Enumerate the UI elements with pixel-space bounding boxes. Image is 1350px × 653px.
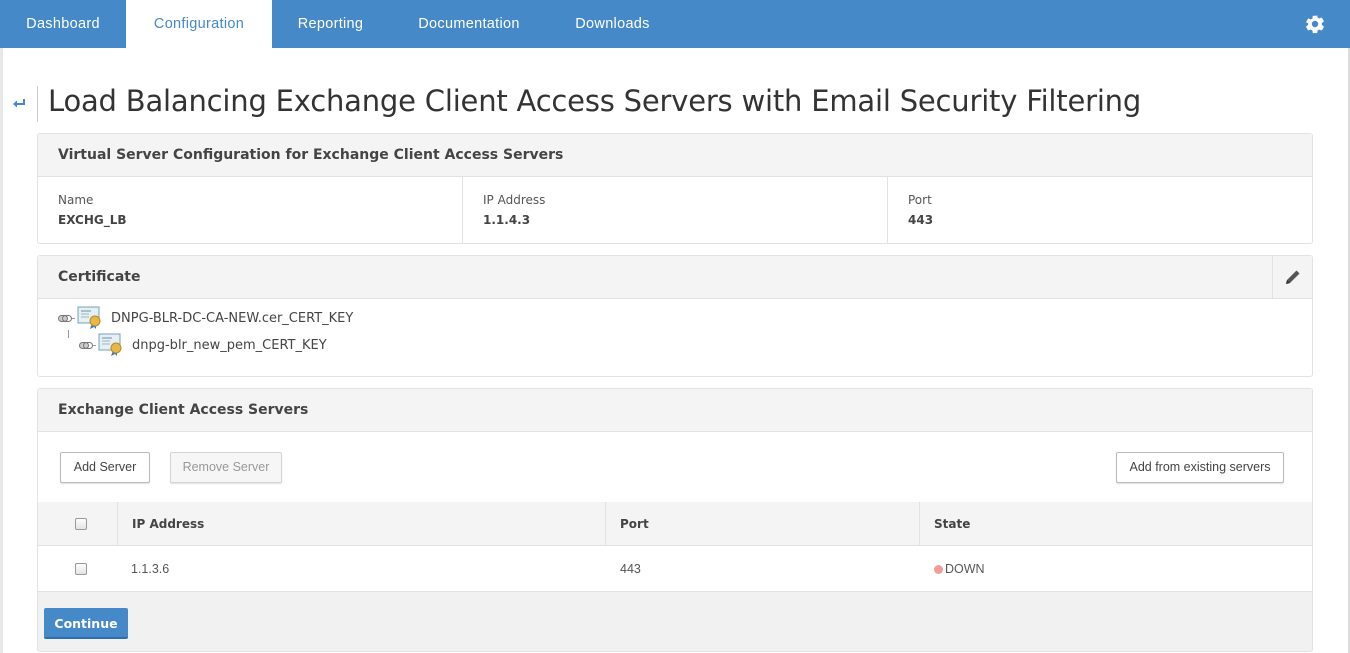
servers-table: IP Address Port State 1.1.3.6 443 DOWN	[38, 502, 1312, 591]
servers-body: Add Server Remove Server Add from existi…	[38, 432, 1312, 592]
table-header: IP Address Port State	[38, 502, 1312, 546]
table-row[interactable]: 1.1.3.6 443 DOWN	[38, 546, 1312, 591]
link-icon	[79, 341, 96, 349]
tab-documentation[interactable]: Documentation	[389, 0, 549, 48]
column-header-ip[interactable]: IP Address	[132, 502, 204, 545]
vs-name-label: Name	[58, 193, 94, 207]
select-all-checkbox[interactable]	[75, 517, 87, 530]
tab-reporting[interactable]: Reporting	[272, 0, 389, 48]
row-state-label: DOWN	[945, 561, 985, 576]
certificate-heading-label: Certificate	[58, 269, 141, 285]
page-title: Load Balancing Exchange Client Access Se…	[48, 84, 1142, 118]
certificate-panel: Certificate DNPG-BLR-DC-CA-NEW.cer_CERT_…	[37, 255, 1313, 377]
gear-icon[interactable]	[1304, 13, 1326, 35]
virtual-server-heading: Virtual Server Configuration for Exchang…	[38, 134, 1312, 177]
tree-connector	[68, 330, 69, 338]
column-divider	[605, 502, 606, 545]
remove-server-button[interactable]: Remove Server	[170, 452, 282, 483]
vs-name-value: EXCHG_LB	[58, 213, 127, 227]
servers-heading: Exchange Client Access Servers	[38, 389, 1312, 432]
vs-ip-label: IP Address	[483, 193, 546, 207]
page-frame-left	[0, 48, 3, 653]
certificate-name: DNPG-BLR-DC-CA-NEW.cer_CERT_KEY	[111, 310, 354, 326]
vs-port-label: Port	[908, 193, 932, 207]
add-existing-servers-button[interactable]: Add from existing servers	[1116, 452, 1284, 483]
row-state: DOWN	[934, 546, 985, 591]
vs-name-cell: Name EXCHG_LB	[38, 177, 463, 243]
title-separator	[37, 86, 38, 122]
certificate-heading: Certificate	[38, 256, 1312, 299]
certificate-icon	[98, 333, 122, 356]
row-port: 443	[620, 561, 641, 576]
servers-panel: Exchange Client Access Servers Add Serve…	[37, 388, 1313, 652]
vs-port-value: 443	[908, 213, 934, 227]
certificate-icon	[77, 306, 101, 329]
continue-button[interactable]: Continue	[44, 608, 128, 639]
column-header-state[interactable]: State	[934, 502, 970, 545]
column-header-port[interactable]: Port	[620, 502, 649, 545]
row-ip: 1.1.3.6	[131, 561, 170, 576]
link-icon	[58, 314, 75, 322]
add-server-button[interactable]: Add Server	[60, 452, 150, 483]
pencil-icon	[1285, 270, 1299, 284]
row-checkbox[interactable]	[75, 562, 87, 575]
state-down-indicator-icon	[934, 565, 943, 574]
edit-certificate-button[interactable]	[1272, 256, 1312, 298]
certificate-name: dnpg-blr_new_pem_CERT_KEY	[132, 337, 327, 353]
back-arrow-icon[interactable]	[11, 95, 27, 111]
tab-configuration[interactable]: Configuration	[126, 0, 272, 48]
vs-ip-value: 1.1.4.3	[483, 213, 531, 227]
certificate-item[interactable]: dnpg-blr_new_pem_CERT_KEY	[79, 333, 327, 357]
virtual-server-panel: Virtual Server Configuration for Exchang…	[37, 133, 1313, 244]
column-divider	[919, 502, 920, 545]
row-select-cell	[75, 546, 87, 591]
tab-dashboard[interactable]: Dashboard	[0, 0, 126, 48]
top-navigation: Dashboard Configuration Reporting Docume…	[0, 0, 1350, 48]
vs-ip-cell: IP Address 1.1.4.3	[463, 177, 888, 243]
certificate-item[interactable]: DNPG-BLR-DC-CA-NEW.cer_CERT_KEY	[58, 306, 353, 330]
column-divider	[117, 502, 118, 545]
tab-downloads[interactable]: Downloads	[549, 0, 676, 48]
select-all-cell	[75, 502, 87, 545]
vs-port-cell: Port 443	[888, 177, 1312, 243]
